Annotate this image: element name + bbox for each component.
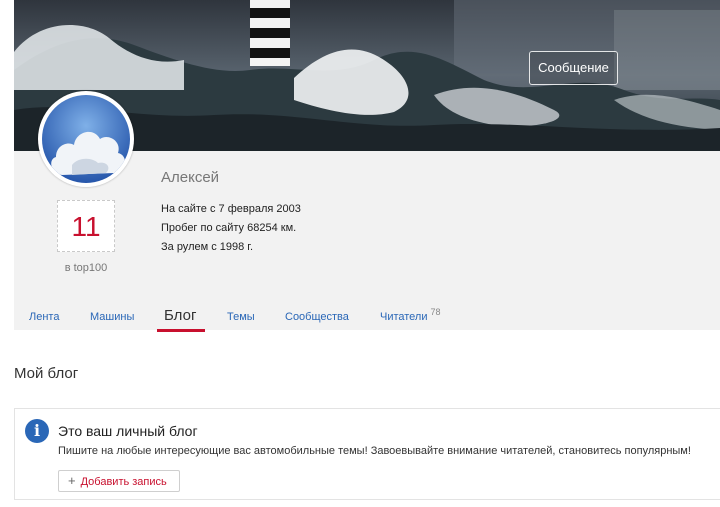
tab-topics[interactable]: Темы <box>227 311 255 323</box>
avatar-sky-image <box>42 95 130 183</box>
active-tab-indicator <box>157 329 205 332</box>
tab-readers[interactable]: Читатели 78 <box>380 307 441 323</box>
username: Алексей <box>161 169 220 186</box>
add-post-button[interactable]: + Добавить запись <box>58 470 180 492</box>
tab-feed[interactable]: Лента <box>29 311 59 323</box>
plus-icon: + <box>68 473 76 488</box>
add-post-label: Добавить запись <box>80 476 167 488</box>
info-text: Пишите на любые интересующие вас автомоб… <box>58 445 691 457</box>
rank-number: 11 <box>71 211 101 242</box>
info-title: Это ваш личный блог <box>58 423 198 439</box>
stat-value: 68254 км. <box>247 222 297 234</box>
stat-value: 1998 г. <box>219 241 254 253</box>
stat-driving-since: За рулем с 1998 г. <box>161 241 253 253</box>
stat-mileage: Пробег по сайту 68254 км. <box>161 222 296 234</box>
stat-label: За рулем с <box>161 241 220 253</box>
tab-cars[interactable]: Машины <box>90 311 134 323</box>
info-icon: i <box>25 419 49 443</box>
blog-title: Мой блог <box>14 365 79 382</box>
tab-communities[interactable]: Сообщества <box>285 311 349 323</box>
tab-readers-label: Читатели <box>380 311 428 323</box>
lighthouse-icon <box>250 0 290 66</box>
message-button[interactable]: Сообщение <box>529 51 618 85</box>
stat-label: Пробег по сайту <box>161 222 248 234</box>
stat-value: 7 февраля 2003 <box>218 203 301 215</box>
blog-info-box: i Это ваш личный блог Пишите на любые ин… <box>14 408 720 500</box>
tab-blog[interactable]: Блог <box>164 307 196 324</box>
profile-tabs: Лента Машины Блог Темы Сообщества Читате… <box>14 300 720 332</box>
rank-label: в top100 <box>64 262 108 274</box>
readers-count: 78 <box>430 307 441 317</box>
rank-box: 11 <box>57 200 115 252</box>
stat-label: На сайте с <box>161 203 219 215</box>
stat-member-since: На сайте с 7 февраля 2003 <box>161 203 301 215</box>
avatar[interactable] <box>38 91 134 187</box>
